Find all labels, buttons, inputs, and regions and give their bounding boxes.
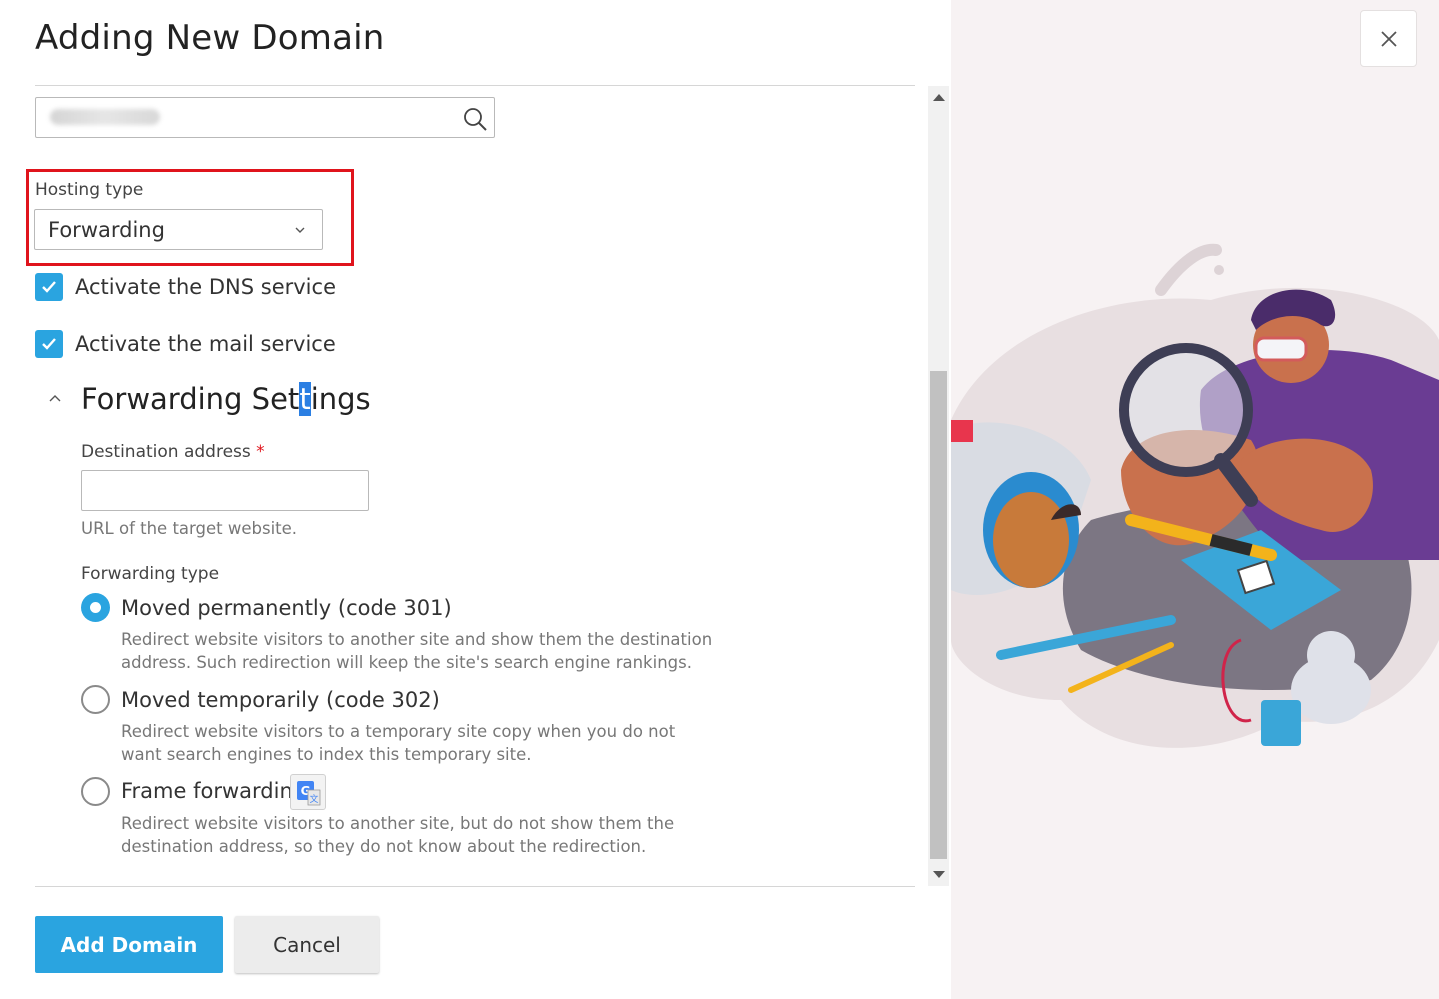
form-scroll-area[interactable]: Hosting type Forwarding Activate the DNS… (0, 86, 925, 886)
option-description: Redirect website visitors to a temporary… (121, 722, 676, 764)
dialog-title: Adding New Domain (35, 18, 385, 58)
hosting-type-select[interactable]: Forwarding (34, 209, 323, 250)
radio-frame-forwarding[interactable]: Frame forwardin G 文 (81, 773, 326, 810)
radio-moved-temporarily[interactable]: Moved temporarily (code 302) (81, 685, 440, 714)
radio-label: Moved permanently (code 301) (121, 595, 452, 620)
dog-face (993, 492, 1069, 588)
mail-service-label: Activate the mail service (75, 332, 336, 356)
blurred-domain-value (50, 109, 160, 125)
hosting-type-value: Forwarding (48, 218, 165, 242)
helmet-light (951, 420, 973, 442)
destination-address-label: Destination address * (81, 442, 265, 462)
check-icon (42, 281, 56, 293)
add-domain-button[interactable]: Add Domain (35, 916, 223, 973)
decor-dot (1214, 265, 1224, 275)
translate-icon[interactable]: G 文 (289, 774, 326, 810)
chevron-up-icon[interactable] (46, 390, 64, 408)
check-icon (42, 338, 56, 350)
radio-button[interactable] (81, 776, 110, 806)
footer-divider (35, 886, 915, 887)
cancel-button[interactable]: Cancel (235, 916, 379, 973)
magnifying-glass-icon (1119, 343, 1253, 477)
option-description: Redirect website visitors to another sit… (121, 630, 713, 672)
radio-moved-permanently[interactable]: Moved permanently (code 301) (81, 593, 452, 622)
scrollbar-thumb[interactable] (930, 371, 947, 859)
text-cursor-selection: t (299, 382, 311, 416)
dns-service-checkbox-row[interactable]: Activate the DNS service (35, 273, 336, 301)
radio-label: Frame forwardin (121, 779, 293, 803)
chevron-down-icon (295, 227, 305, 233)
scroll-up-arrow-icon[interactable] (933, 94, 945, 101)
search-icon[interactable] (462, 106, 488, 132)
required-mark: * (256, 442, 265, 462)
person-goggles (1254, 336, 1308, 362)
radio-button[interactable] (81, 685, 110, 714)
radio-button-selected[interactable] (81, 593, 110, 622)
hosting-type-label: Hosting type (35, 180, 144, 200)
forwarding-settings-header[interactable]: Forwarding Settings (46, 382, 371, 416)
illustration-panel (951, 0, 1439, 999)
decor-stroke (1155, 243, 1222, 296)
illustration (951, 243, 1439, 748)
dns-service-label: Activate the DNS service (75, 275, 336, 299)
mail-service-checkbox-row[interactable]: Activate the mail service (35, 330, 336, 358)
radio-label: Moved temporarily (code 302) (121, 687, 440, 712)
dns-service-checkbox[interactable] (35, 273, 63, 301)
destination-address-input[interactable] (81, 470, 369, 511)
svg-text:文: 文 (309, 793, 318, 805)
option-description: Redirect website visitors to another sit… (121, 814, 675, 856)
cat-head (1307, 631, 1355, 679)
close-icon[interactable] (1380, 30, 1398, 48)
forwarding-type-label: Forwarding type (81, 564, 220, 584)
destination-hint: URL of the target website. (81, 519, 298, 538)
bucket (1261, 700, 1301, 746)
vertical-scrollbar[interactable] (928, 86, 949, 886)
domain-search-input[interactable] (35, 97, 495, 138)
forwarding-settings-title: Forwarding Settings (81, 382, 371, 416)
mail-service-checkbox[interactable] (35, 330, 63, 358)
scroll-down-arrow-icon[interactable] (933, 871, 945, 878)
close-button[interactable] (1360, 10, 1417, 67)
